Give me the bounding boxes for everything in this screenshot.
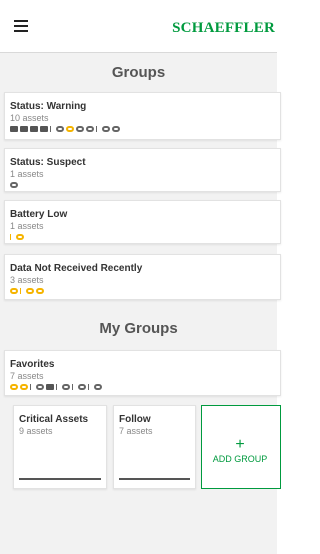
asset-status-icon <box>36 288 44 294</box>
group-card-title: Status: Suspect <box>10 157 86 168</box>
menu-icon[interactable] <box>14 20 28 32</box>
asset-status-icon <box>56 384 59 390</box>
asset-icons-row <box>10 382 102 392</box>
group-tile-underline <box>19 478 101 480</box>
asset-status-icon <box>102 126 110 132</box>
asset-status-icon <box>46 384 54 390</box>
group-card-warning[interactable]: Status: Warning 10 assets <box>4 92 281 140</box>
asset-status-icon <box>20 384 28 390</box>
group-card-subtitle: 1 assets <box>10 221 44 231</box>
asset-status-icon <box>94 384 102 390</box>
app-root: SCHAEFFLER Groups Status: Warning 10 ass… <box>0 0 281 554</box>
asset-status-icon <box>36 384 44 390</box>
asset-status-icon <box>10 182 18 188</box>
group-card-subtitle: 3 assets <box>10 275 44 285</box>
asset-status-icon <box>112 126 120 132</box>
asset-status-icon <box>30 384 33 390</box>
asset-status-icon <box>88 384 91 390</box>
group-tile-critical-assets[interactable]: Critical Assets 9 assets <box>13 405 107 489</box>
asset-status-icon <box>86 126 94 132</box>
group-card-battery-low[interactable]: Battery Low 1 assets <box>4 200 281 244</box>
asset-status-icon <box>56 126 64 132</box>
brand-logo: SCHAEFFLER <box>172 20 275 36</box>
plus-icon: + <box>235 436 245 453</box>
group-card-title: Battery Low <box>10 209 68 220</box>
asset-status-icon <box>78 384 86 390</box>
group-tile-title: Critical Assets <box>19 414 89 425</box>
group-card-subtitle: 10 assets <box>10 113 49 123</box>
add-group-label: ADD GROUP <box>212 454 268 464</box>
asset-status-icon <box>96 126 99 132</box>
asset-icons-row <box>10 286 44 296</box>
asset-status-icon <box>10 126 18 132</box>
asset-status-icon <box>16 234 24 240</box>
asset-status-icon <box>30 126 38 132</box>
group-card-title: Status: Warning <box>10 101 87 112</box>
asset-status-icon <box>10 384 18 390</box>
group-card-subtitle: 7 assets <box>10 371 44 381</box>
group-tile-subtitle: 7 assets <box>119 426 153 436</box>
empty-area <box>0 500 277 554</box>
asset-status-icon <box>40 126 48 132</box>
group-card-title: Data Not Received Recently <box>10 263 143 274</box>
asset-status-icon <box>10 288 18 294</box>
asset-icons-row <box>10 232 24 242</box>
asset-status-icon <box>66 126 74 132</box>
asset-status-icon <box>72 384 75 390</box>
add-group-button[interactable]: + ADD GROUP <box>201 405 281 489</box>
group-card-data-not-received[interactable]: Data Not Received Recently 3 assets <box>4 254 281 300</box>
group-tile-title: Follow <box>119 414 151 425</box>
my-groups-title: My Groups <box>99 320 178 337</box>
group-card-suspect[interactable]: Status: Suspect 1 assets <box>4 148 281 192</box>
asset-status-icon <box>10 234 13 240</box>
asset-status-icon <box>76 126 84 132</box>
asset-status-icon <box>62 384 70 390</box>
top-bar: SCHAEFFLER <box>0 0 277 53</box>
asset-icons-row <box>10 180 18 190</box>
group-card-subtitle: 1 assets <box>10 169 44 179</box>
asset-status-icon <box>20 288 23 294</box>
asset-status-icon <box>26 288 34 294</box>
group-tile-follow[interactable]: Follow 7 assets <box>113 405 196 489</box>
asset-status-icon <box>20 126 28 132</box>
group-card-favorites[interactable]: Favorites 7 assets <box>4 350 281 396</box>
groups-title: Groups <box>111 64 166 81</box>
group-tile-underline <box>119 478 190 480</box>
group-card-title: Favorites <box>10 359 55 370</box>
asset-status-icon <box>50 126 53 132</box>
asset-icons-row <box>10 124 120 134</box>
group-tile-subtitle: 9 assets <box>19 426 53 436</box>
